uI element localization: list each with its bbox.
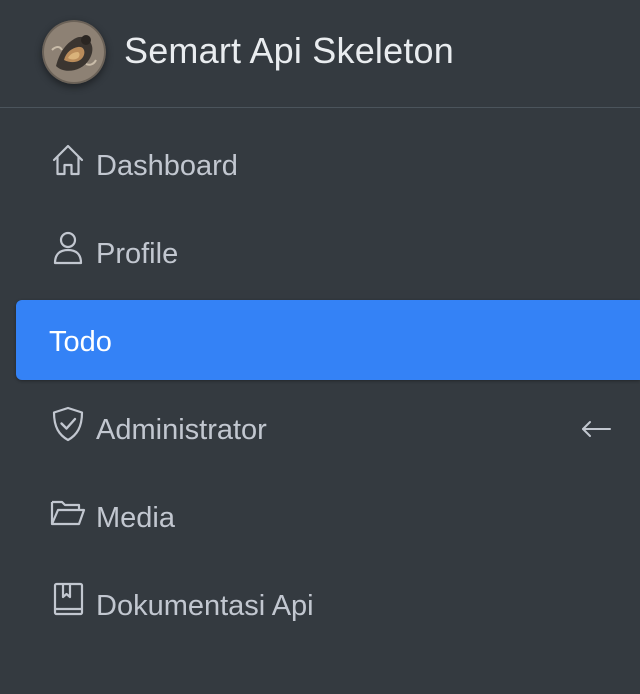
sidebar-item-profile[interactable]: Profile bbox=[16, 212, 640, 292]
brand-link[interactable]: Semart Api Skeleton bbox=[0, 0, 640, 108]
sidebar-item-label: Dokumentasi Api bbox=[96, 590, 314, 622]
sidebar-item-label: Administrator bbox=[96, 414, 267, 446]
sidebar: Semart Api Skeleton Dashboard Profile To… bbox=[0, 0, 640, 694]
person-icon bbox=[49, 229, 87, 267]
sidebar-item-label: Dashboard bbox=[96, 150, 238, 182]
sidebar-nav: Dashboard Profile Todo Administrator Med… bbox=[16, 124, 640, 652]
brand-logo bbox=[42, 20, 106, 84]
sidebar-item-media[interactable]: Media bbox=[16, 476, 640, 556]
home-icon bbox=[49, 141, 87, 179]
shield-check-icon bbox=[49, 405, 87, 443]
sidebar-item-label: Media bbox=[96, 502, 175, 534]
sidebar-item-administrator[interactable]: Administrator bbox=[16, 388, 640, 468]
arrow-left-icon[interactable] bbox=[579, 412, 613, 446]
brand-title: Semart Api Skeleton bbox=[124, 30, 454, 71]
sidebar-item-dashboard[interactable]: Dashboard bbox=[16, 124, 640, 204]
sidebar-item-todo[interactable]: Todo bbox=[16, 300, 640, 380]
sidebar-item-dokumentasi-api[interactable]: Dokumentasi Api bbox=[16, 564, 640, 644]
book-icon bbox=[49, 581, 87, 619]
sidebar-item-label: Todo bbox=[49, 326, 112, 358]
sidebar-item-label: Profile bbox=[96, 238, 179, 270]
folder-open-icon bbox=[49, 493, 87, 531]
